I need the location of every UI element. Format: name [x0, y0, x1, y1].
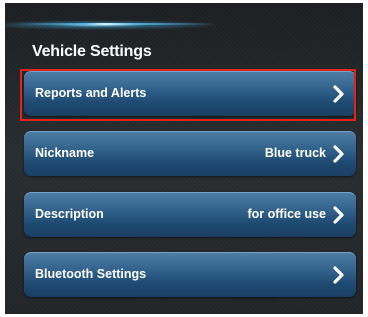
menu-item-reports-and-alerts[interactable]: Reports and Alerts	[24, 71, 356, 116]
vehicle-settings-screen: Vehicle Settings Reports and Alerts Nick…	[5, 3, 363, 314]
menu-item-label: Reports and Alerts	[35, 86, 147, 100]
menu-item-label: Description	[35, 207, 104, 221]
menu-item-label: Bluetooth Settings	[35, 267, 147, 281]
page-title: Vehicle Settings	[32, 43, 152, 60]
menu-item-value: for office use	[247, 207, 327, 221]
chevron-right-icon	[333, 206, 344, 224]
menu-item-value: Blue truck	[264, 146, 326, 160]
menu-item-bluetooth-settings[interactable]: Bluetooth Settings	[24, 252, 356, 297]
menu-item-description[interactable]: Description for office use	[24, 192, 356, 237]
chevron-right-icon	[333, 266, 344, 284]
chevron-right-icon	[333, 85, 344, 103]
menu-item-label: Nickname	[35, 146, 95, 160]
header-glow	[15, 23, 215, 25]
menu-item-nickname[interactable]: Nickname Blue truck	[24, 131, 356, 176]
chevron-right-icon	[333, 145, 344, 163]
